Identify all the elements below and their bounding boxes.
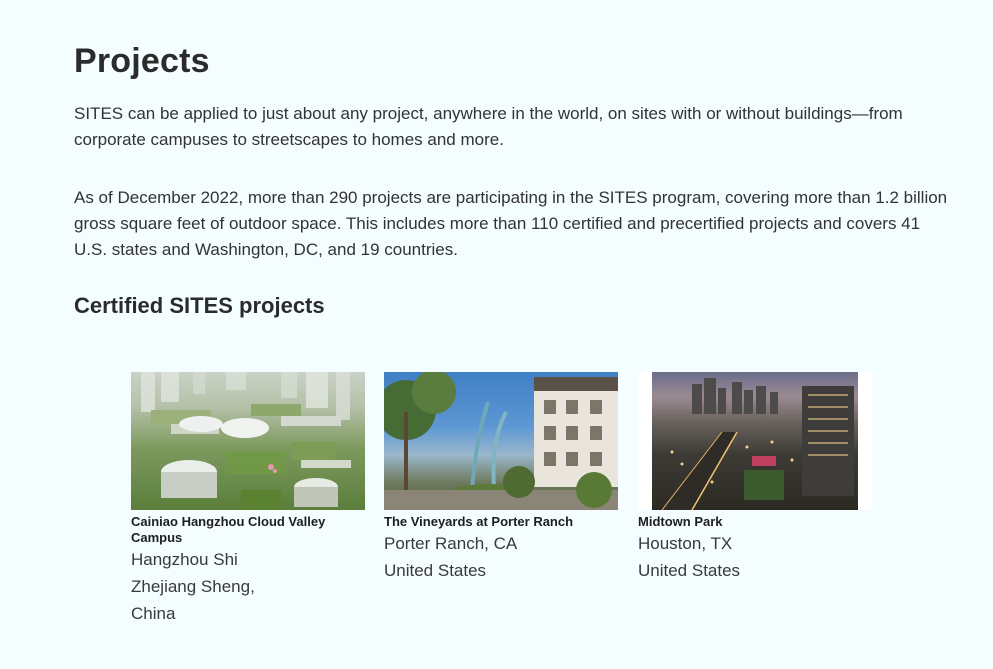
stats-paragraph: As of December 2022, more than 290 proje… (74, 188, 948, 259)
project-location-line: Houston, TX (638, 534, 733, 553)
project-location-line: Zhejiang Sheng, (131, 577, 255, 596)
project-photo[interactable] (384, 372, 618, 510)
section-heading: Certified SITES projects (74, 293, 325, 318)
project-location-line: China (131, 604, 176, 623)
project-card[interactable]: The Vineyards at Porter Ranch Porter Ran… (384, 372, 618, 584)
project-location-line: Hangzhou Shi (131, 550, 238, 569)
project-name[interactable]: Cainiao Hangzhou Cloud Valley Campus (131, 514, 365, 546)
project-location-line: Porter Ranch, CA (384, 534, 518, 553)
project-name[interactable]: The Vineyards at Porter Ranch (384, 514, 618, 530)
project-photo[interactable] (131, 372, 365, 510)
project-name[interactable]: Midtown Park (638, 514, 872, 530)
project-location-line: United States (384, 561, 487, 580)
project-card[interactable]: Cainiao Hangzhou Cloud Valley Campus Han… (131, 372, 365, 627)
project-location-line: United States (638, 561, 741, 580)
page-title: Projects (74, 42, 210, 80)
project-card[interactable]: Midtown Park Houston, TX United States (638, 372, 872, 584)
project-cards: Cainiao Hangzhou Cloud Valley Campus Han… (131, 372, 891, 642)
project-photo[interactable] (638, 372, 872, 510)
intro-paragraph: SITES can be applied to just about any p… (74, 104, 903, 149)
